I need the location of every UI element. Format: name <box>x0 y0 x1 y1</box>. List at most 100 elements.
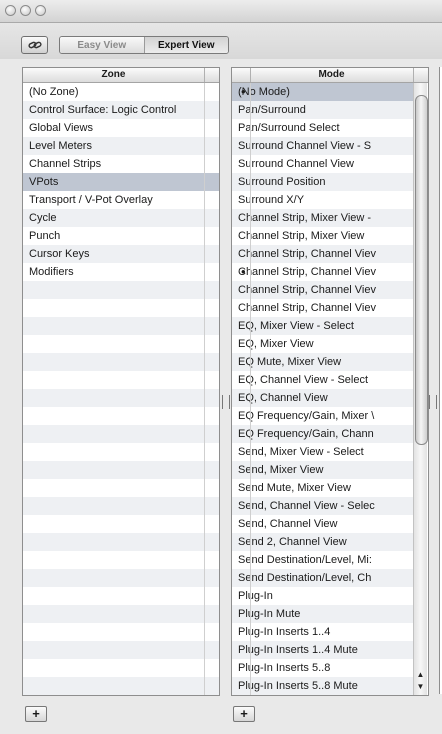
zone-item-label: Modifiers <box>29 266 74 278</box>
mode-list-item[interactable]: EQ Frequency/Gain, Mixer \ <box>232 407 414 425</box>
mode-item-label: Plug-In Inserts 5..8 <box>238 662 331 674</box>
zone-list-item[interactable]: VPots <box>23 173 219 191</box>
mode-list-item[interactable]: Channel Strip, Mixer View <box>232 227 414 245</box>
mode-item-label: Send, Channel View <box>238 518 338 530</box>
mode-list-item[interactable]: Plug-In Inserts 5..8 <box>232 659 414 677</box>
zone-list-item[interactable]: (No Zone) <box>23 83 219 101</box>
mode-item-label: Plug-In Inserts 1..4 Mute <box>238 644 358 656</box>
zone-header-label: Zone <box>101 69 126 80</box>
zone-item-label: Punch <box>29 230 61 242</box>
link-icon <box>27 41 42 49</box>
mode-item-label: Channel Strip, Channel Viev <box>238 284 376 296</box>
mode-item-label: Send 2, Channel View <box>238 536 347 548</box>
mode-column-header[interactable]: Mode <box>232 68 428 83</box>
window-titlebar <box>0 0 442 23</box>
mode-item-label: Send Destination/Level, Ch <box>238 572 372 584</box>
view-mode-selector: Easy View Expert View <box>59 36 229 54</box>
mode-item-label: Surround X/Y <box>238 194 305 206</box>
mode-item-label: Surround Channel View <box>238 158 354 170</box>
zone-list-item[interactable]: Punch <box>23 227 219 245</box>
add-zone-button[interactable]: + <box>25 706 47 722</box>
scrollbar-thumb[interactable] <box>415 95 428 445</box>
zone-item-label: (No Zone) <box>29 86 79 98</box>
mode-list-item[interactable]: Pan/Surround Select <box>232 119 414 137</box>
mode-list-item[interactable]: Channel Strip, Channel Viev <box>232 245 414 263</box>
mode-list-item[interactable]: Plug-In <box>232 587 414 605</box>
scroll-down-arrow-icon[interactable]: ▼ <box>415 681 426 693</box>
column-divider <box>250 83 251 695</box>
mode-item-label: Plug-In <box>238 590 273 602</box>
mode-item-label: Send, Mixer View - Select <box>238 446 364 458</box>
mode-list-item[interactable]: Send, Channel View - Selec <box>232 497 414 515</box>
scroll-up-arrow-icon[interactable]: ▲ <box>415 669 426 681</box>
mode-list-item[interactable]: Plug-In Inserts 1..4 <box>232 623 414 641</box>
mode-list-item[interactable]: EQ Mute, Mixer View <box>232 353 414 371</box>
mode-item-label: Channel Strip, Channel Viev <box>238 302 376 314</box>
zone-list-item[interactable]: Cursor Keys <box>23 245 219 263</box>
zone-item-label: VPots <box>29 176 59 188</box>
mode-item-label: EQ, Mixer View - Select <box>238 320 354 332</box>
mode-list-item[interactable]: EQ, Channel View <box>232 389 414 407</box>
mode-list-item[interactable]: Plug-In Inserts 5..8 Mute <box>232 677 414 695</box>
mode-list-item[interactable]: Surround Channel View - S <box>232 137 414 155</box>
mode-list-item[interactable]: Send, Mixer View - Select <box>232 443 414 461</box>
zone-list-item[interactable]: Transport / V-Pot Overlay <box>23 191 219 209</box>
mode-list-item[interactable]: • (No Mode) <box>232 83 414 101</box>
mode-list-item[interactable]: Plug-In Inserts 1..4 Mute <box>232 641 414 659</box>
close-window-button[interactable] <box>5 5 16 16</box>
zone-list-item[interactable]: Control Surface: Logic Control <box>23 101 219 119</box>
mode-list-item[interactable]: Surround Channel View <box>232 155 414 173</box>
column-divider <box>204 83 205 695</box>
mode-list-item[interactable]: EQ, Mixer View - Select <box>232 317 414 335</box>
zone-list-item[interactable]: Modifiers <box>23 263 219 281</box>
mode-list-item[interactable]: Surround X/Y <box>232 191 414 209</box>
mode-list-item[interactable]: Pan/Surround <box>232 101 414 119</box>
header-divider <box>413 68 414 82</box>
mode-list-item[interactable]: Channel Strip, Mixer View - <box>232 209 414 227</box>
mode-list-item[interactable]: Plug-In Mute <box>232 605 414 623</box>
mode-list-item[interactable]: Send Destination/Level, Mi: <box>232 551 414 569</box>
mode-item-label: Plug-In Inserts 1..4 <box>238 626 331 638</box>
mode-list-item[interactable]: • Channel Strip, Channel Viev <box>232 263 414 281</box>
add-mode-button[interactable]: + <box>233 706 255 722</box>
zone-item-label: Global Views <box>29 122 93 134</box>
mode-item-label: Plug-In Inserts 5..8 Mute <box>238 680 358 692</box>
easy-view-tab[interactable]: Easy View <box>60 37 145 53</box>
header-divider <box>204 68 205 82</box>
mode-item-label: EQ, Channel View <box>238 392 328 404</box>
mode-list-item[interactable]: Channel Strip, Channel Viev <box>232 299 414 317</box>
zone-item-label: Transport / V-Pot Overlay <box>29 194 153 206</box>
toolbar: Easy View Expert View <box>0 23 442 59</box>
mode-item-label: Channel Strip, Channel Viev <box>238 248 376 260</box>
mode-list-item[interactable]: Send 2, Channel View <box>232 533 414 551</box>
mode-item-label: Channel Strip, Channel Viev <box>238 266 376 278</box>
zone-column-header[interactable]: Zone <box>23 68 219 83</box>
expert-view-tab[interactable]: Expert View <box>144 37 228 53</box>
mode-list-item[interactable]: EQ Frequency/Gain, Chann <box>232 425 414 443</box>
link-button[interactable] <box>21 36 48 54</box>
zone-item-label: Cursor Keys <box>29 248 90 260</box>
mode-item-label: EQ Frequency/Gain, Chann <box>238 428 374 440</box>
zone-list-item[interactable]: Global Views <box>23 119 219 137</box>
mode-list: • (No Mode) Pan/Surround Pan/Surround Selec… <box>232 83 414 695</box>
mode-item-label: EQ Mute, Mixer View <box>238 356 342 368</box>
zone-item-label: Channel Strips <box>29 158 102 170</box>
mode-list-item[interactable]: Channel Strip, Channel Viev <box>232 281 414 299</box>
mode-list-scrollbar[interactable]: ▲ ▼ <box>413 83 428 695</box>
mode-list-item[interactable]: Send, Channel View <box>232 515 414 533</box>
mode-list-item[interactable]: EQ, Mixer View <box>232 335 414 353</box>
zone-list-item[interactable]: Channel Strips <box>23 155 219 173</box>
zoom-window-button[interactable] <box>35 5 46 16</box>
splitter-handle-right[interactable] <box>429 395 437 409</box>
mode-list-item[interactable]: Send Destination/Level, Ch <box>232 569 414 587</box>
mode-list-item[interactable]: Send, Mixer View <box>232 461 414 479</box>
mode-item-label: Pan/Surround Select <box>238 122 340 134</box>
zone-list-item[interactable]: Cycle <box>23 209 219 227</box>
minimize-window-button[interactable] <box>20 5 31 16</box>
mode-list-item[interactable]: Surround Position <box>232 173 414 191</box>
mode-list-item[interactable]: EQ, Channel View - Select <box>232 371 414 389</box>
mode-list-item[interactable]: Send Mute, Mixer View <box>232 479 414 497</box>
splitter-handle-left[interactable] <box>222 395 230 409</box>
zone-item-label: Control Surface: Logic Control <box>29 104 177 116</box>
zone-list-item[interactable]: Level Meters <box>23 137 219 155</box>
